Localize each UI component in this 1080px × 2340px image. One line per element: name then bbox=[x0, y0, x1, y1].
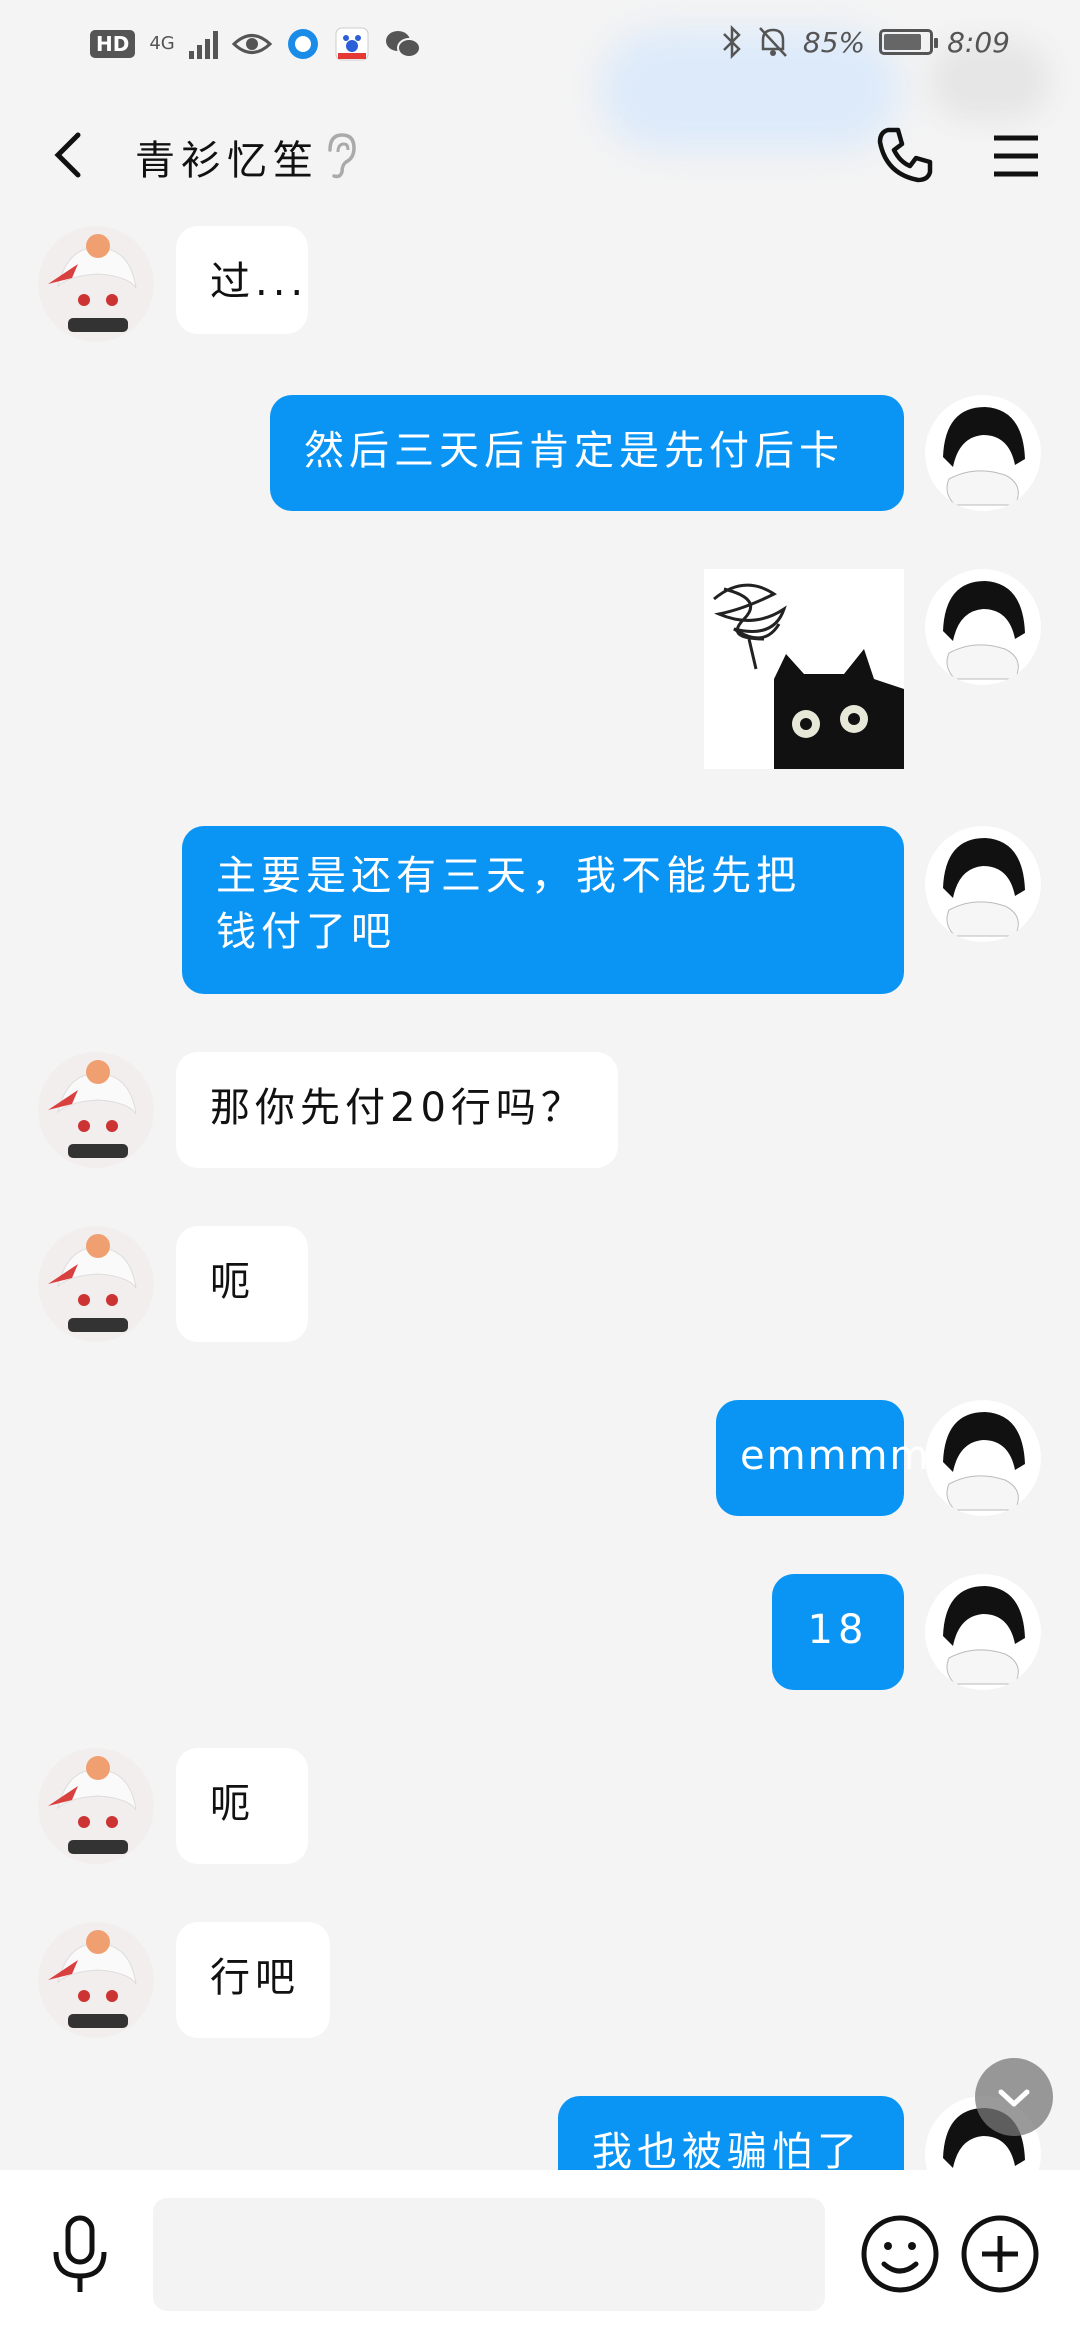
status-bar: HD 4G 85% 8:09 bbox=[0, 0, 1080, 150]
my-avatar[interactable] bbox=[925, 569, 1041, 685]
message-bubble[interactable]: 然后三天后肯定是先付后卡 bbox=[270, 395, 904, 511]
message-bubble[interactable]: 我也被骗怕了 bbox=[558, 2096, 904, 2170]
phone-icon[interactable] bbox=[870, 120, 940, 190]
my-avatar[interactable] bbox=[925, 1574, 1041, 1690]
battery-icon bbox=[879, 29, 939, 55]
contact-avatar[interactable] bbox=[38, 226, 154, 342]
message-bubble[interactable]: 那你先付20行吗？ bbox=[176, 1052, 618, 1168]
wechat-icon bbox=[385, 31, 421, 58]
hd-icon: HD bbox=[90, 30, 136, 58]
my-avatar[interactable] bbox=[925, 1400, 1041, 1516]
chat-header: 青衫忆笙 bbox=[0, 100, 1080, 220]
chevron-left-icon[interactable] bbox=[40, 125, 100, 185]
menu-icon[interactable] bbox=[990, 130, 1042, 182]
ear-icon[interactable] bbox=[320, 130, 360, 180]
message-bubble[interactable]: 过... bbox=[176, 226, 308, 334]
app-notification-icon bbox=[287, 29, 318, 59]
eye-icon bbox=[231, 34, 272, 54]
contact-avatar[interactable] bbox=[38, 1052, 154, 1168]
message-list[interactable]: 过... 然后三天后肯定是先付后卡 主要是还有三天，我不能先把 钱付了吧 那你先… bbox=[0, 220, 1080, 2170]
chevron-down-icon bbox=[998, 2089, 1030, 2107]
message-bubble[interactable]: 呃 bbox=[176, 1226, 308, 1342]
input-bar bbox=[0, 2170, 1080, 2340]
message-bubble[interactable]: 行吧 bbox=[176, 1922, 330, 2038]
mute-bell-icon bbox=[758, 27, 787, 57]
bluetooth-icon bbox=[722, 25, 741, 59]
message-bubble[interactable]: emmmm bbox=[716, 1400, 928, 1516]
message-bubble[interactable]: 主要是还有三天，我不能先把 钱付了吧 bbox=[182, 826, 904, 994]
status-left: HD 4G bbox=[90, 22, 422, 66]
message-bubble[interactable]: 呃 bbox=[176, 1748, 308, 1864]
status-right: 85% 8:09 bbox=[721, 20, 1010, 64]
microphone-icon[interactable] bbox=[40, 2210, 120, 2300]
emoji-icon[interactable] bbox=[858, 2212, 942, 2296]
my-avatar[interactable] bbox=[925, 395, 1041, 511]
chat-title[interactable]: 青衫忆笙 bbox=[135, 128, 319, 186]
contact-avatar[interactable] bbox=[38, 1748, 154, 1864]
my-avatar[interactable] bbox=[925, 826, 1041, 942]
contact-avatar[interactable] bbox=[38, 1922, 154, 2038]
battery-percent: 85% bbox=[802, 25, 866, 59]
sticker-image[interactable] bbox=[704, 569, 904, 769]
plus-icon[interactable] bbox=[958, 2212, 1042, 2296]
signal-icon bbox=[188, 29, 218, 59]
message-input[interactable] bbox=[153, 2198, 825, 2311]
clock: 8:09 bbox=[947, 25, 1010, 59]
baidu-icon bbox=[335, 27, 369, 61]
contact-avatar[interactable] bbox=[38, 1226, 154, 1342]
network-type: 4G bbox=[149, 33, 175, 54]
message-bubble[interactable]: 18 bbox=[772, 1574, 904, 1690]
scroll-to-bottom-button[interactable] bbox=[975, 2058, 1053, 2136]
